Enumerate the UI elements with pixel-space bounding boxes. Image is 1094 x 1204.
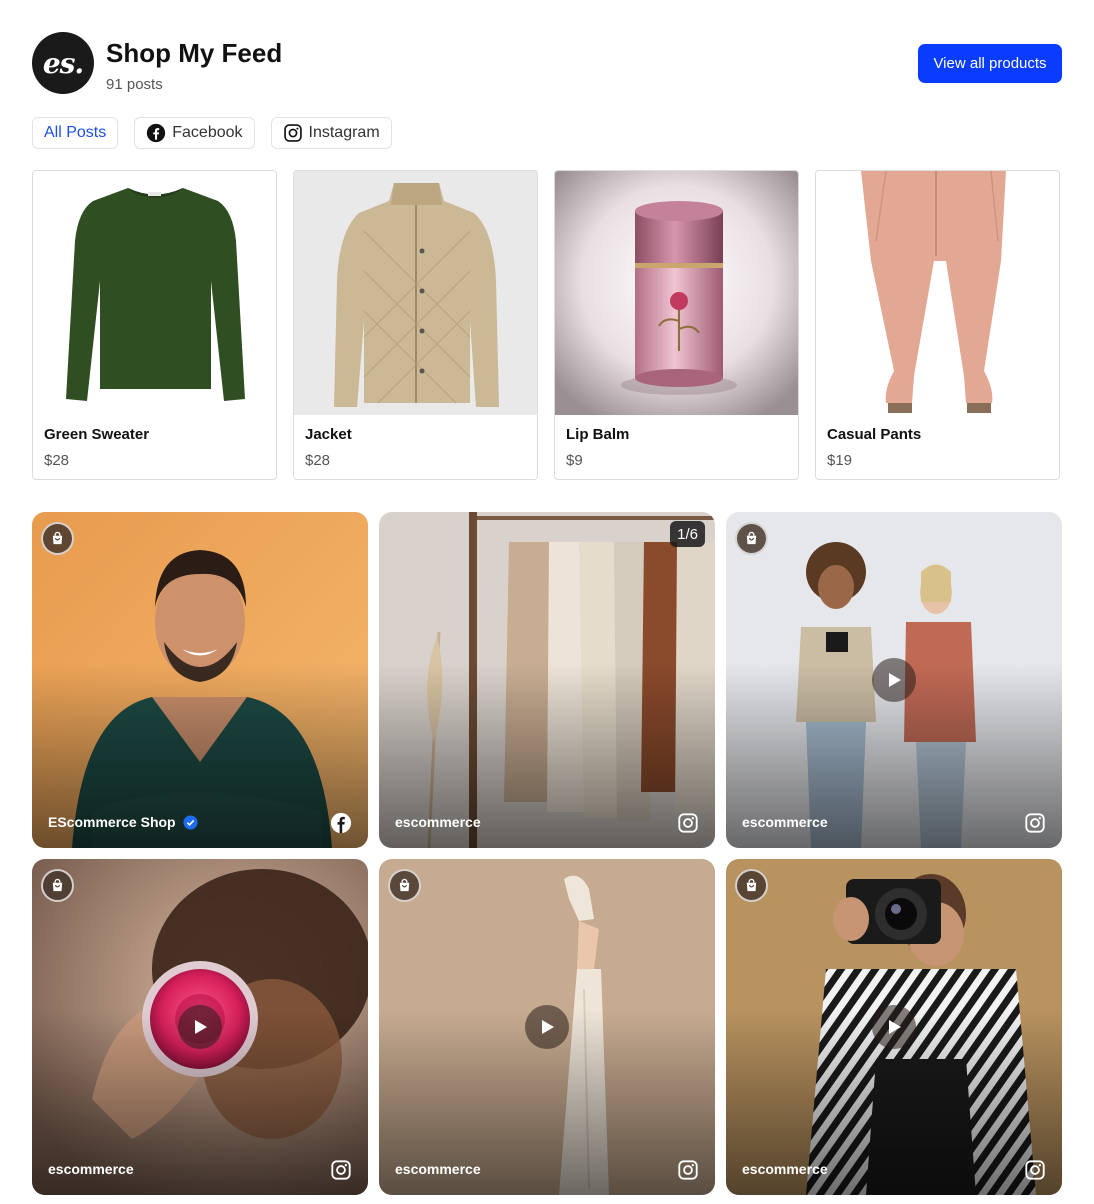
post-tile[interactable]: escommerce bbox=[32, 859, 368, 1195]
shopping-bag-icon bbox=[52, 878, 63, 892]
instagram-icon[interactable] bbox=[1024, 1159, 1046, 1181]
post-author: escommerce bbox=[395, 814, 481, 830]
carousel-counter: 1/6 bbox=[670, 521, 705, 547]
play-icon bbox=[889, 673, 901, 687]
post-count: 91 posts bbox=[106, 76, 163, 93]
posts-grid: EScommerce Shop 1/6 escommerce escommerc… bbox=[32, 512, 1062, 1195]
author-name: escommerce bbox=[742, 1161, 828, 1177]
post-author: escommerce bbox=[742, 814, 828, 830]
product-card[interactable]: Jacket $28 bbox=[293, 170, 538, 480]
shop-bag-badge[interactable] bbox=[388, 869, 421, 902]
play-icon bbox=[889, 1020, 901, 1034]
instagram-icon bbox=[283, 124, 302, 142]
author-name: escommerce bbox=[395, 1161, 481, 1177]
tab-label: Instagram bbox=[308, 124, 380, 141]
shopping-bag-icon bbox=[746, 878, 757, 892]
product-price: $28 bbox=[305, 452, 331, 469]
product-price: $28 bbox=[44, 452, 70, 469]
post-tile[interactable]: escommerce bbox=[726, 859, 1062, 1195]
product-card[interactable]: Green Sweater $28 bbox=[32, 170, 277, 480]
facebook-icon[interactable] bbox=[330, 812, 352, 834]
feed-title: Shop My Feed bbox=[106, 38, 283, 68]
shopping-bag-icon bbox=[399, 878, 410, 892]
product-name: Lip Balm bbox=[566, 426, 630, 443]
post-author: escommerce bbox=[395, 1161, 481, 1177]
author-name: EScommerce Shop bbox=[48, 814, 176, 830]
tab-all-posts[interactable]: All Posts bbox=[32, 117, 119, 149]
tab-facebook[interactable]: Facebook bbox=[134, 117, 255, 149]
lip-balm-image bbox=[555, 171, 798, 415]
instagram-icon[interactable] bbox=[1024, 812, 1046, 834]
green-sweater-image bbox=[33, 171, 276, 415]
shop-bag-badge[interactable] bbox=[41, 522, 74, 555]
author-name: escommerce bbox=[742, 814, 828, 830]
shopping-bag-icon bbox=[746, 531, 757, 545]
source-filter-tabs: All Posts Facebook Instagram bbox=[32, 117, 392, 149]
product-card[interactable]: Lip Balm $9 bbox=[554, 170, 799, 480]
tab-label: Facebook bbox=[172, 124, 243, 141]
post-tile[interactable]: EScommerce Shop bbox=[32, 512, 368, 848]
post-author: escommerce bbox=[48, 1161, 134, 1177]
video-play-button[interactable] bbox=[525, 1005, 569, 1049]
post-tile[interactable]: escommerce bbox=[726, 512, 1062, 848]
tab-instagram[interactable]: Instagram bbox=[270, 117, 392, 149]
product-name: Casual Pants bbox=[827, 426, 922, 443]
product-carousel: Green Sweater $28 Jacket $28 Lip Balm $9… bbox=[32, 170, 1062, 480]
author-name: escommerce bbox=[48, 1161, 134, 1177]
product-price: $9 bbox=[566, 452, 583, 469]
feed-header: es. Shop My Feed 91 posts View all produ… bbox=[32, 32, 1062, 96]
instagram-icon[interactable] bbox=[677, 812, 699, 834]
quilted-jacket-image bbox=[294, 171, 537, 415]
casual-pants-image bbox=[816, 171, 1059, 415]
video-play-button[interactable] bbox=[178, 1005, 222, 1049]
product-price: $19 bbox=[827, 452, 853, 469]
video-play-button[interactable] bbox=[872, 658, 916, 702]
post-tile[interactable]: 1/6 escommerce bbox=[379, 512, 715, 848]
facebook-icon bbox=[147, 123, 166, 143]
brand-logo: es. bbox=[32, 32, 94, 94]
play-icon bbox=[195, 1020, 207, 1034]
view-all-products-button[interactable]: View all products bbox=[918, 44, 1062, 83]
play-icon bbox=[542, 1020, 554, 1034]
shopping-bag-icon bbox=[52, 531, 63, 545]
video-play-button[interactable] bbox=[872, 1005, 916, 1049]
shop-bag-badge[interactable] bbox=[735, 522, 768, 555]
instagram-icon[interactable] bbox=[677, 1159, 699, 1181]
verified-badge-icon bbox=[183, 814, 198, 830]
product-card[interactable]: Casual Pants $19 bbox=[815, 170, 1060, 480]
post-tile[interactable]: escommerce bbox=[379, 859, 715, 1195]
author-name: escommerce bbox=[395, 814, 481, 830]
shop-bag-badge[interactable] bbox=[735, 869, 768, 902]
instagram-icon[interactable] bbox=[330, 1159, 352, 1181]
post-author: EScommerce Shop bbox=[48, 814, 198, 830]
tab-label: All Posts bbox=[44, 124, 107, 141]
product-name: Jacket bbox=[305, 426, 352, 443]
product-name: Green Sweater bbox=[44, 426, 150, 443]
post-author: escommerce bbox=[742, 1161, 828, 1177]
shop-bag-badge[interactable] bbox=[41, 869, 74, 902]
